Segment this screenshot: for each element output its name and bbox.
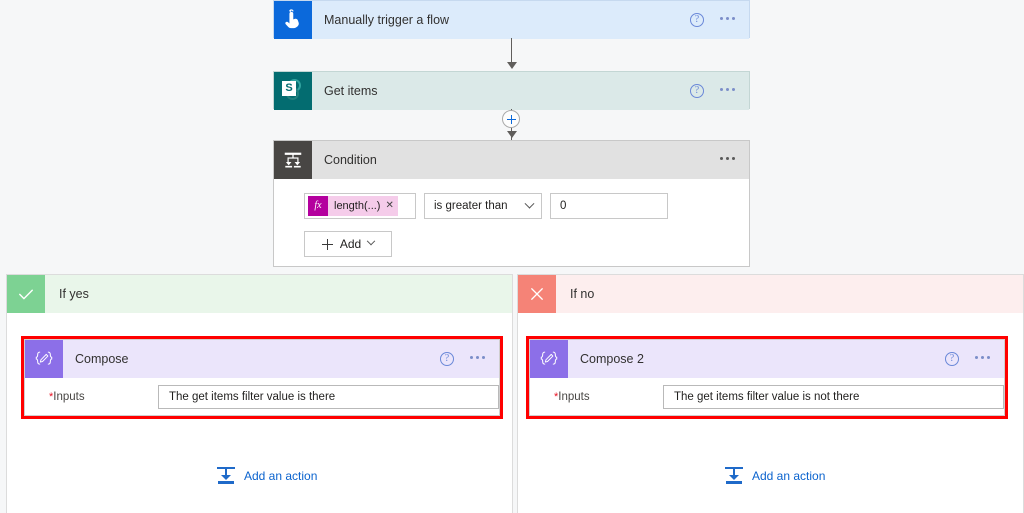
- remove-token-icon[interactable]: ✕: [385, 200, 393, 213]
- compose-title: Compose: [75, 352, 129, 366]
- compose-card-body: *Inputs The get items filter value is th…: [25, 378, 499, 415]
- chevron-down-icon: [524, 198, 535, 209]
- overflow-menu-icon[interactable]: [720, 17, 735, 23]
- overflow-menu-icon[interactable]: [470, 356, 485, 362]
- flow-designer-canvas: Manually trigger a flow ? S Get items ?: [0, 0, 1024, 513]
- branch-if-yes-header[interactable]: If yes: [7, 275, 512, 313]
- plus-icon: [321, 238, 333, 250]
- compose-2-card-body: *Inputs The get items filter value is no…: [530, 378, 1004, 415]
- compose-inputs-label-text: Inputs: [53, 390, 85, 403]
- expression-token-label: length(...): [334, 200, 381, 212]
- condition-right-operand-value: 0: [560, 200, 567, 212]
- compose-inputs-field[interactable]: The get items filter value is there: [157, 384, 499, 409]
- help-icon[interactable]: ?: [690, 84, 704, 98]
- condition-operator-select[interactable]: is greater than: [424, 193, 542, 219]
- overflow-menu-icon[interactable]: [720, 157, 735, 163]
- overflow-menu-icon[interactable]: [975, 356, 990, 362]
- compose-header-actions: ?: [440, 352, 499, 366]
- condition-add-button[interactable]: Add: [304, 231, 392, 257]
- add-an-action-label: Add an action: [752, 468, 826, 483]
- compose-2-title: Compose 2: [580, 352, 644, 366]
- highlight-box-compose-2: Compose 2 ? *Inputs The get items filter…: [526, 336, 1008, 419]
- condition-right-operand-input[interactable]: 0: [550, 193, 668, 219]
- condition-header-actions: [720, 157, 749, 163]
- compose-card-header[interactable]: Compose ?: [25, 340, 499, 378]
- compose-2-inputs-label-text: Inputs: [558, 390, 590, 403]
- flow-step-compose[interactable]: Compose ? *Inputs The get items filter v…: [24, 339, 500, 416]
- help-icon[interactable]: ?: [690, 13, 704, 27]
- compose-2-inputs-value: The get items filter value is not there: [673, 390, 860, 403]
- connector-arrow-2: [507, 131, 517, 138]
- branch-if-no-header[interactable]: If no: [518, 275, 1023, 313]
- condition-add-label: Add: [339, 237, 362, 251]
- checkmark-icon: [7, 275, 45, 313]
- flow-step-compose-2[interactable]: Compose 2 ? *Inputs The get items filter…: [529, 339, 1005, 416]
- tap-hand-icon: [274, 1, 312, 39]
- close-x-icon: [518, 275, 556, 313]
- branch-if-no-label: If no: [570, 287, 595, 301]
- branch-if-yes-label: If yes: [59, 287, 89, 301]
- insert-action-icon: [725, 467, 743, 484]
- condition-left-operand-field[interactable]: fx length(...) ✕: [304, 193, 416, 219]
- highlight-box-compose: Compose ? *Inputs The get items filter v…: [21, 336, 503, 419]
- flow-step-trigger[interactable]: Manually trigger a flow ?: [273, 0, 750, 39]
- compose-2-inputs-field[interactable]: The get items filter value is not there: [662, 384, 1004, 409]
- compose-2-header-actions: ?: [945, 352, 1004, 366]
- fx-icon: fx: [308, 196, 328, 216]
- compose-2-card-header[interactable]: Compose 2 ?: [530, 340, 1004, 378]
- expression-token[interactable]: fx length(...) ✕: [308, 196, 398, 216]
- get-items-title: Get items: [324, 84, 378, 98]
- flow-step-condition[interactable]: Condition fx length(...) ✕ is greater th…: [273, 140, 750, 267]
- get-items-card-header[interactable]: S Get items ?: [274, 72, 749, 110]
- sharepoint-icon-letter: S: [282, 81, 296, 96]
- condition-body: fx length(...) ✕ is greater than 0 Add: [274, 179, 749, 266]
- compose-inputs-label: *Inputs: [49, 391, 158, 403]
- overflow-menu-icon[interactable]: [720, 88, 735, 94]
- flow-step-get-items[interactable]: S Get items ?: [273, 71, 750, 110]
- insert-step-button[interactable]: [502, 110, 520, 128]
- connector-arrow-1: [507, 62, 517, 69]
- trigger-header-actions: ?: [690, 13, 749, 27]
- compose-braces-icon: [530, 340, 568, 378]
- compose-2-inputs-label: *Inputs: [554, 391, 663, 403]
- condition-row: fx length(...) ✕ is greater than 0: [304, 193, 749, 219]
- add-an-action-button[interactable]: Add an action: [725, 467, 825, 484]
- help-icon[interactable]: ?: [945, 352, 959, 366]
- trigger-title: Manually trigger a flow: [324, 13, 450, 27]
- branch-if-yes: If yes Compose ? *Inputs The get items f…: [6, 274, 513, 513]
- add-an-action-button[interactable]: Add an action: [217, 467, 317, 484]
- connector-line-1: [511, 38, 512, 64]
- get-items-header-actions: ?: [690, 84, 749, 98]
- trigger-card-header[interactable]: Manually trigger a flow ?: [274, 1, 749, 39]
- compose-braces-icon: [25, 340, 63, 378]
- compose-inputs-value: The get items filter value is there: [168, 390, 336, 403]
- condition-branch-icon: [274, 141, 312, 179]
- condition-card-header[interactable]: Condition: [274, 141, 749, 179]
- add-an-action-label: Add an action: [244, 468, 318, 483]
- help-icon[interactable]: ?: [440, 352, 454, 366]
- condition-operator-value: is greater than: [434, 200, 508, 212]
- branch-if-no: If no Compose 2 ? *Inputs The get items …: [517, 274, 1024, 513]
- chevron-down-icon: [366, 236, 376, 246]
- insert-action-icon: [217, 467, 235, 484]
- sharepoint-icon: S: [274, 72, 312, 110]
- condition-title: Condition: [324, 153, 377, 167]
